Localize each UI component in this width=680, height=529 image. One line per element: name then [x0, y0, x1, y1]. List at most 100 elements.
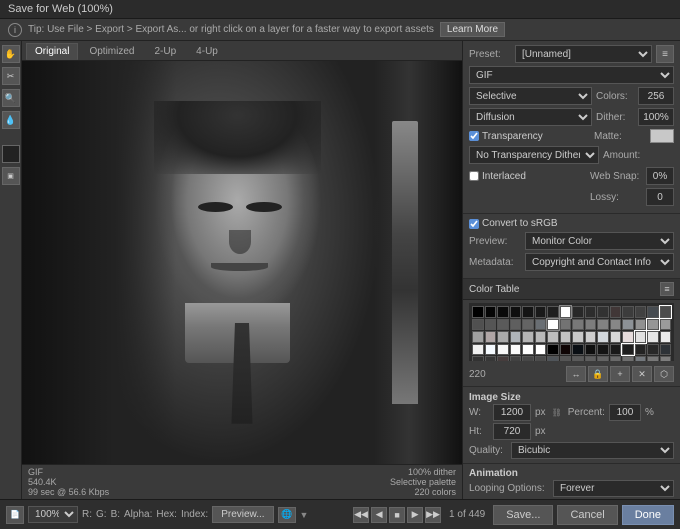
- color-cell[interactable]: [535, 344, 547, 356]
- convert-srgb-label[interactable]: Convert to sRGB: [469, 218, 558, 229]
- color-cell[interactable]: [497, 356, 509, 361]
- color-reduction-select[interactable]: Selective: [469, 87, 592, 105]
- color-cell[interactable]: [572, 331, 584, 343]
- preset-select[interactable]: [Unnamed]: [515, 45, 652, 63]
- dither-select[interactable]: Diffusion: [469, 108, 592, 126]
- hand-tool[interactable]: ✋: [2, 45, 20, 63]
- preview-button[interactable]: Preview...: [212, 506, 273, 523]
- color-cell[interactable]: [485, 356, 497, 361]
- tab-optimized[interactable]: Optimized: [80, 43, 143, 60]
- color-cell[interactable]: [572, 356, 584, 361]
- color-cell[interactable]: [497, 319, 509, 331]
- color-cell[interactable]: [535, 306, 547, 318]
- convert-srgb-checkbox[interactable]: [469, 219, 479, 229]
- dropdown-arrow[interactable]: ▼: [300, 510, 309, 520]
- color-cell[interactable]: [597, 306, 609, 318]
- tab-4up[interactable]: 4-Up: [187, 43, 227, 60]
- colors-input[interactable]: [638, 87, 674, 105]
- format-select[interactable]: GIF: [469, 66, 674, 84]
- preset-menu-button[interactable]: ≡: [656, 45, 674, 63]
- color-cell[interactable]: [622, 344, 634, 356]
- color-cell[interactable]: [585, 319, 597, 331]
- slice-tool[interactable]: ✂: [2, 67, 20, 85]
- frame-next-button[interactable]: ▶▶: [425, 507, 441, 523]
- color-cell[interactable]: [610, 356, 622, 361]
- dither-pct-input[interactable]: [638, 108, 674, 126]
- no-transparency-dither-select[interactable]: No Transparency Dither: [469, 146, 599, 164]
- lossy-input[interactable]: [646, 188, 674, 206]
- quality-select[interactable]: Bicubic: [511, 442, 674, 459]
- color-cell[interactable]: [610, 344, 622, 356]
- color-cell[interactable]: [472, 344, 484, 356]
- color-cell[interactable]: [660, 319, 672, 331]
- color-cell[interactable]: [572, 319, 584, 331]
- color-cell[interactable]: [485, 344, 497, 356]
- color-cell[interactable]: [497, 331, 509, 343]
- color-cell[interactable]: [485, 306, 497, 318]
- color-cell[interactable]: [510, 331, 522, 343]
- transparency-checkbox[interactable]: [469, 131, 479, 141]
- frame-stop-button[interactable]: ■: [389, 507, 405, 523]
- color-cell[interactable]: [560, 306, 572, 318]
- color-remap-button[interactable]: ↔: [566, 366, 586, 382]
- color-cell[interactable]: [510, 306, 522, 318]
- color-cell[interactable]: [635, 344, 647, 356]
- cancel-button[interactable]: Cancel: [557, 505, 617, 525]
- color-cell[interactable]: [535, 356, 547, 361]
- color-cell[interactable]: [510, 319, 522, 331]
- color-cell[interactable]: [547, 344, 559, 356]
- percent-input[interactable]: [609, 404, 641, 421]
- zoom-select[interactable]: 100%: [28, 506, 78, 523]
- color-cell[interactable]: [647, 331, 659, 343]
- looping-select[interactable]: Forever: [553, 480, 674, 497]
- color-cell[interactable]: [660, 331, 672, 343]
- websnap-input[interactable]: [646, 167, 674, 185]
- color-cell[interactable]: [585, 356, 597, 361]
- color-cell[interactable]: [572, 306, 584, 318]
- interlaced-checkbox[interactable]: [469, 171, 479, 181]
- color-cell[interactable]: [547, 306, 559, 318]
- color-cell[interactable]: [597, 344, 609, 356]
- color-cell[interactable]: [635, 319, 647, 331]
- color-cell[interactable]: [547, 331, 559, 343]
- color-cell[interactable]: [497, 344, 509, 356]
- metadata-select[interactable]: Copyright and Contact Info: [525, 253, 674, 271]
- color-cell[interactable]: [560, 344, 572, 356]
- color-cell[interactable]: [472, 356, 484, 361]
- width-input[interactable]: [493, 404, 531, 421]
- color-cell[interactable]: [485, 331, 497, 343]
- color-cell[interactable]: [560, 356, 572, 361]
- color-cell[interactable]: [585, 306, 597, 318]
- matte-swatch[interactable]: [650, 129, 674, 143]
- save-button[interactable]: Save...: [493, 505, 553, 525]
- color-cell[interactable]: [585, 331, 597, 343]
- color-cell[interactable]: [622, 319, 634, 331]
- color-cell[interactable]: [472, 306, 484, 318]
- color-table-menu-button[interactable]: ≡: [660, 282, 674, 296]
- color-cell[interactable]: [610, 319, 622, 331]
- color-cell[interactable]: [622, 356, 634, 361]
- color-cell[interactable]: [635, 356, 647, 361]
- toggle-visibility[interactable]: [2, 145, 20, 163]
- height-input[interactable]: [493, 423, 531, 440]
- interlaced-checkbox-label[interactable]: Interlaced: [469, 171, 526, 182]
- color-cell[interactable]: [510, 356, 522, 361]
- color-cell[interactable]: [560, 319, 572, 331]
- color-cell[interactable]: [635, 331, 647, 343]
- color-cell[interactable]: [660, 306, 672, 318]
- color-delete-button[interactable]: ✕: [632, 366, 652, 382]
- color-cell[interactable]: [535, 319, 547, 331]
- color-cell[interactable]: [647, 306, 659, 318]
- frame-first-button[interactable]: ◀◀: [353, 507, 369, 523]
- preview-select[interactable]: Monitor Color: [525, 232, 674, 250]
- color-cell[interactable]: [510, 344, 522, 356]
- color-cell[interactable]: [647, 319, 659, 331]
- learn-more-button[interactable]: Learn More: [440, 22, 505, 37]
- color-cell[interactable]: [597, 331, 609, 343]
- color-cell[interactable]: [647, 356, 659, 361]
- color-cell[interactable]: [610, 331, 622, 343]
- color-cell[interactable]: [635, 306, 647, 318]
- frame-play-button[interactable]: ▶: [407, 507, 423, 523]
- color-cell[interactable]: [547, 319, 559, 331]
- color-cell[interactable]: [610, 306, 622, 318]
